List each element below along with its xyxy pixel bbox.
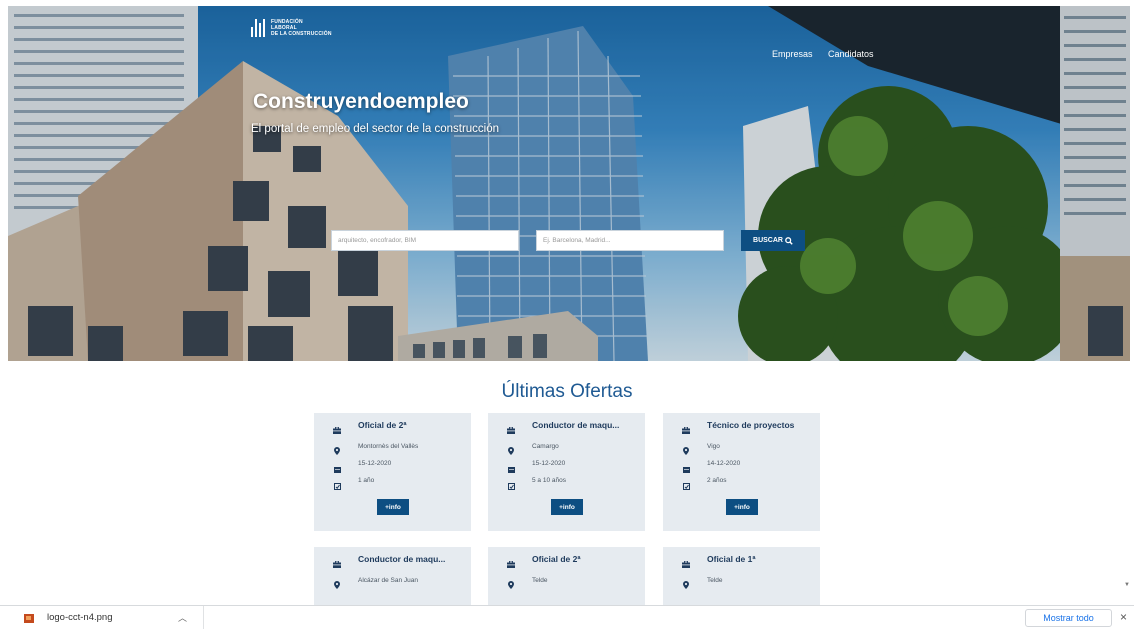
offer-title[interactable]: Oficial de 1ª bbox=[707, 554, 756, 564]
offer-card[interactable]: Conductor de maqu... Camargo 15-12-2020 … bbox=[488, 413, 645, 531]
info-button[interactable]: +info bbox=[726, 499, 758, 515]
offer-title[interactable]: Oficial de 2ª bbox=[532, 554, 581, 564]
offer-location: Telde bbox=[532, 577, 548, 584]
location-pin-icon bbox=[683, 442, 689, 460]
offer-location: Camargo bbox=[532, 443, 559, 450]
hero-background-image bbox=[8, 6, 1130, 361]
briefcase-icon bbox=[333, 555, 341, 573]
offer-card[interactable]: Oficial de 1ª Telde bbox=[663, 547, 820, 605]
nav-link-candidatos[interactable]: Candidatos bbox=[828, 49, 874, 59]
location-pin-icon bbox=[683, 576, 689, 594]
chevron-up-icon[interactable]: ︿ bbox=[178, 611, 187, 624]
location-pin-icon bbox=[508, 442, 514, 460]
location-search-input[interactable] bbox=[536, 230, 724, 251]
briefcase-icon bbox=[507, 555, 515, 573]
search-button-label: BUSCAR bbox=[753, 237, 783, 244]
offer-title[interactable]: Oficial de 2ª bbox=[358, 420, 407, 430]
offer-date: 15-12-2020 bbox=[532, 460, 566, 467]
offer-location: Vigo bbox=[707, 443, 720, 450]
calendar-icon bbox=[334, 460, 341, 478]
briefcase-icon bbox=[507, 421, 515, 439]
hero-title: Construyendoempleo bbox=[253, 90, 469, 113]
offer-experience: 5 a 10 años bbox=[532, 477, 566, 484]
scroll-down-arrow-icon[interactable]: ▼ bbox=[1124, 582, 1130, 588]
experience-icon bbox=[508, 477, 515, 495]
offer-experience: 1 año bbox=[358, 477, 375, 484]
search-button[interactable]: BUSCAR bbox=[741, 230, 805, 251]
search-icon bbox=[785, 236, 793, 245]
offer-title[interactable]: Técnico de proyectos bbox=[707, 420, 794, 430]
offer-location: Telde bbox=[707, 577, 723, 584]
briefcase-icon bbox=[682, 421, 690, 439]
info-button[interactable]: +info bbox=[377, 499, 409, 515]
offer-title[interactable]: Conductor de maqu... bbox=[358, 554, 445, 564]
job-search-input[interactable] bbox=[331, 230, 519, 251]
download-filename[interactable]: logo-cct-n4.png bbox=[47, 612, 112, 623]
logo-text: FUNDACIÓN LABORAL DE LA CONSTRUCCIÓN bbox=[271, 19, 332, 37]
calendar-icon bbox=[508, 460, 515, 478]
briefcase-icon bbox=[682, 555, 690, 573]
nav-link-empresas[interactable]: Empresas bbox=[772, 49, 813, 59]
experience-icon bbox=[683, 477, 690, 495]
offers-section-title: Últimas Ofertas bbox=[501, 381, 633, 402]
experience-icon bbox=[334, 477, 341, 495]
offer-location: Montornès del Vallès bbox=[358, 443, 419, 450]
location-pin-icon bbox=[508, 576, 514, 594]
location-pin-icon bbox=[334, 576, 340, 594]
offer-card[interactable]: Conductor de maqu... Alcázar de San Juan bbox=[314, 547, 471, 605]
divider bbox=[203, 606, 204, 629]
hero-subtitle: El portal de empleo del sector de la con… bbox=[251, 123, 500, 135]
offer-location: Alcázar de San Juan bbox=[358, 577, 418, 584]
info-button[interactable]: +info bbox=[551, 499, 583, 515]
location-pin-icon bbox=[334, 442, 340, 460]
offer-date: 15-12-2020 bbox=[358, 460, 392, 467]
hero-banner: FUNDACIÓN LABORAL DE LA CONSTRUCCIÓN Emp… bbox=[8, 6, 1130, 361]
download-bar: logo-cct-n4.png ︿ Mostrar todo × bbox=[0, 605, 1134, 629]
logo-mark-icon bbox=[251, 19, 265, 37]
logo-line: DE LA CONSTRUCCIÓN bbox=[271, 31, 332, 37]
close-icon[interactable]: × bbox=[1120, 610, 1127, 624]
briefcase-icon bbox=[333, 421, 341, 439]
calendar-icon bbox=[683, 460, 690, 478]
offer-date: 14-12-2020 bbox=[707, 460, 741, 467]
offer-experience: 2 años bbox=[707, 477, 727, 484]
show-all-button[interactable]: Mostrar todo bbox=[1025, 609, 1112, 627]
offer-card[interactable]: Técnico de proyectos Vigo 14-12-2020 2 a… bbox=[663, 413, 820, 531]
site-logo[interactable]: FUNDACIÓN LABORAL DE LA CONSTRUCCIÓN bbox=[251, 19, 332, 37]
offer-card[interactable]: Oficial de 2ª Montornès del Vallès 15-12… bbox=[314, 413, 471, 531]
offer-title[interactable]: Conductor de maqu... bbox=[532, 420, 619, 430]
image-file-icon bbox=[24, 614, 34, 623]
offer-card[interactable]: Oficial de 2ª Telde bbox=[488, 547, 645, 605]
